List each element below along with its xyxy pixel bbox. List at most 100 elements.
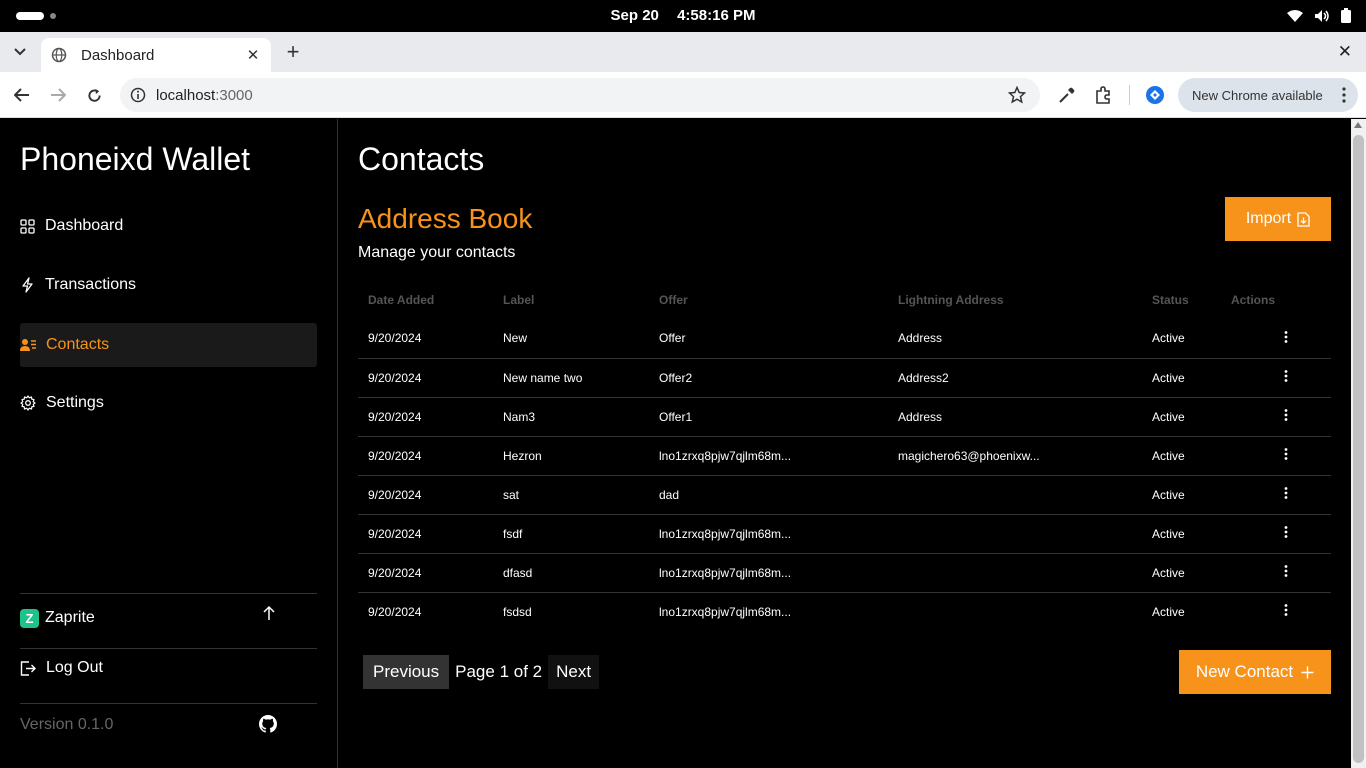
scrollbar-thumb[interactable]: [1353, 135, 1364, 763]
column-header-date-added[interactable]: Date Added: [358, 281, 493, 319]
table-row: 9/20/2024 Nam3 Offer1 Address Active: [358, 397, 1331, 437]
logout-label: Log Out: [46, 659, 103, 676]
tab-search-button[interactable]: [6, 40, 34, 64]
cell-date-added: 9/20/2024: [358, 514, 493, 554]
browser-tab-strip: Dashboard ✕ + ✕: [0, 32, 1366, 72]
more-vert-icon: [1284, 487, 1288, 499]
star-icon[interactable]: [1008, 86, 1026, 104]
battery-icon: [1341, 8, 1351, 23]
github-icon[interactable]: [259, 715, 277, 733]
cell-date-added: 9/20/2024: [358, 436, 493, 476]
url-port: :3000: [215, 86, 253, 104]
sidebar-item-transactions[interactable]: Transactions: [20, 263, 317, 307]
row-actions-button[interactable]: [1231, 397, 1331, 437]
cell-date-added: 9/20/2024: [368, 604, 422, 619]
main-content: Contacts Address Book Manage your contac…: [339, 119, 1351, 768]
contacts-icon: [20, 339, 36, 351]
profile-avatar-icon[interactable]: [1145, 85, 1165, 105]
more-vert-icon: [1342, 87, 1346, 103]
more-vert-icon: [1284, 330, 1288, 343]
next-page-button[interactable]: Next: [548, 655, 600, 689]
chrome-update-button[interactable]: New Chrome available: [1178, 78, 1358, 112]
new-tab-button[interactable]: +: [282, 40, 304, 64]
more-vert-icon: [1284, 370, 1288, 382]
pagination: Previous Page 1 of 2 Next: [363, 655, 600, 689]
site-info-icon[interactable]: [130, 87, 146, 103]
contacts-table-body: 9/20/2024 New Offer Address Active 9/20/2024 N…: [358, 319, 1331, 631]
row-actions-button[interactable]: [1231, 514, 1331, 554]
cell-lightning-address: [888, 592, 1142, 631]
column-header-status[interactable]: Status: [1142, 281, 1231, 319]
cell-status: Active: [1142, 475, 1231, 515]
forward-button[interactable]: [46, 83, 70, 107]
arrow-left-icon: [14, 88, 29, 102]
browser-toolbar: localhost:3000 New Chrome available: [0, 72, 1366, 118]
more-vert-icon: [1284, 604, 1288, 617]
tab-close-icon[interactable]: ✕: [245, 46, 261, 64]
column-header-lightning-address[interactable]: Lightning Address: [888, 281, 1142, 319]
cell-date-added: 9/20/2024: [358, 358, 493, 398]
column-header-label[interactable]: Label: [493, 281, 649, 319]
page-scrollbar[interactable]: [1351, 119, 1366, 768]
column-header-offer[interactable]: Offer: [649, 281, 888, 319]
row-actions-button[interactable]: [1231, 592, 1331, 631]
cell-offer: lno1zrxq8pjw7qjlm68m...: [649, 514, 888, 554]
logout-button[interactable]: Log Out: [20, 659, 103, 677]
reload-button[interactable]: [82, 83, 106, 107]
window-close-icon[interactable]: ✕: [1338, 40, 1352, 64]
sidebar-divider: [20, 593, 317, 594]
system-tray[interactable]: [1286, 7, 1352, 25]
eyedropper-icon[interactable]: [1057, 85, 1077, 105]
table-row: 9/20/2024 fsdf lno1zrxq8pjw7qjlm68m... Acti…: [358, 514, 1331, 554]
sidebar-item-label: Transactions: [45, 276, 136, 293]
os-clock[interactable]: Sep 20 4:58:16 PM: [0, 7, 1366, 24]
extensions-icon[interactable]: [1093, 85, 1113, 105]
more-vert-icon: [1284, 565, 1288, 577]
logout-icon: [20, 660, 36, 676]
toolbar-separator: [1129, 85, 1130, 105]
wifi-icon: [1287, 10, 1303, 22]
contacts-table: Date Added Label Offer Lightning Address…: [358, 281, 1331, 631]
table-row: 9/20/2024 sat dad Active: [358, 475, 1331, 515]
sidebar-item-contacts[interactable]: Contacts: [20, 323, 317, 367]
previous-page-button[interactable]: Previous: [363, 655, 450, 689]
cell-lightning-address: [888, 553, 1142, 593]
cell-label: fsdf: [493, 514, 649, 554]
cell-offer: Offer: [649, 319, 888, 359]
cell-offer: Offer2: [649, 358, 888, 398]
cell-offer: lno1zrxq8pjw7qjlm68m...: [659, 604, 792, 619]
import-button[interactable]: Import: [1225, 197, 1331, 241]
cell-date-added: 9/20/2024: [358, 475, 493, 515]
reload-icon: [87, 88, 101, 102]
table-row: 9/20/2024 New Offer Address Active: [358, 319, 1331, 359]
cell-lightning-address: Address: [888, 319, 1142, 359]
browser-tab-dashboard[interactable]: Dashboard ✕: [41, 38, 271, 72]
table-row: 9/20/2024 fsdsd lno1zrxq8pjw7qjlm68m... Act…: [358, 592, 1331, 631]
back-button[interactable]: [10, 83, 34, 107]
row-actions-button[interactable]: [1231, 553, 1331, 593]
row-actions-button[interactable]: [1231, 436, 1331, 476]
url-host: localhost: [156, 86, 216, 104]
new-contact-button[interactable]: New Contact: [1179, 650, 1331, 694]
zaprite-link[interactable]: Z Zaprite: [20, 606, 280, 630]
column-header-actions: Actions: [1231, 293, 1276, 307]
address-bar[interactable]: localhost:3000: [120, 78, 1040, 112]
version-label: Version 0.1.0: [20, 716, 114, 733]
cell-status: Active: [1152, 604, 1185, 619]
arrow-up-icon[interactable]: [262, 605, 276, 621]
sidebar-item-dashboard[interactable]: Dashboard: [20, 204, 317, 248]
table-row: 9/20/2024 Hezron lno1zrxq8pjw7qjlm68m... ma…: [358, 436, 1331, 476]
sidebar-item-settings[interactable]: Settings: [20, 381, 317, 425]
row-actions-button[interactable]: [1231, 475, 1331, 515]
row-actions-button[interactable]: [1231, 319, 1331, 359]
zaprite-logo: Z: [20, 608, 39, 628]
cell-label: Hezron: [493, 436, 649, 476]
sidebar-item-label: Settings: [46, 394, 104, 411]
scroll-up-arrow-icon[interactable]: [1354, 122, 1362, 128]
page-title: Contacts: [358, 141, 485, 177]
cell-offer: lno1zrxq8pjw7qjlm68m...: [649, 553, 888, 593]
table-row: 9/20/2024 New name two Offer2 Address2 Activ…: [358, 358, 1331, 398]
row-actions-button[interactable]: [1231, 358, 1331, 398]
cell-offer: Offer1: [649, 397, 888, 437]
sidebar-item-label: Contacts: [46, 336, 110, 353]
